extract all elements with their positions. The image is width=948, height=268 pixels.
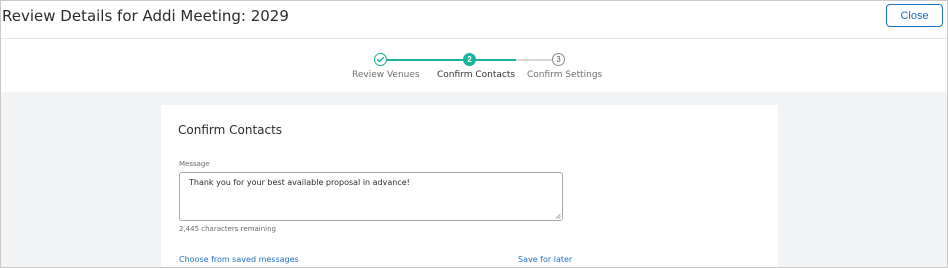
header-bar: Review Details for Addi Meeting: 2029 Cl… (1, 1, 947, 39)
step-confirm-settings-label[interactable]: Confirm Settings (527, 70, 602, 80)
step-connector-2-pending (516, 59, 552, 61)
message-textarea[interactable]: Thank you for your best available propos… (179, 172, 563, 221)
step-connector-2-complete (476, 59, 516, 61)
card-title: Confirm Contacts (178, 123, 283, 137)
step-confirm-contacts-label[interactable]: Confirm Contacts (437, 70, 515, 80)
step-review-venues-check-icon[interactable] (374, 53, 387, 66)
choose-saved-messages-link[interactable]: Choose from saved messages (179, 255, 299, 264)
step-review-venues-label[interactable]: Review Venues (352, 70, 420, 80)
progress-stepper: 2 3 Review Venues Confirm Contacts Confi… (1, 40, 947, 92)
page-title: Review Details for Addi Meeting: 2029 (2, 7, 289, 25)
step-confirm-contacts-number[interactable]: 2 (463, 53, 476, 66)
check-icon (376, 56, 385, 63)
close-button[interactable]: Close (886, 4, 943, 27)
message-text: Thank you for your best available propos… (189, 178, 410, 187)
characters-remaining: 2,445 characters remaining (179, 225, 277, 233)
step-connector-1 (387, 59, 463, 61)
save-for-later-link[interactable]: Save for later (518, 255, 572, 264)
resize-grip-icon[interactable] (555, 213, 561, 219)
review-details-window: Review Details for Addi Meeting: 2029 Cl… (0, 0, 948, 268)
confirm-contacts-card: Confirm Contacts Message Thank you for y… (161, 105, 778, 267)
message-label: Message (179, 160, 210, 168)
step-confirm-settings-number[interactable]: 3 (552, 53, 565, 66)
